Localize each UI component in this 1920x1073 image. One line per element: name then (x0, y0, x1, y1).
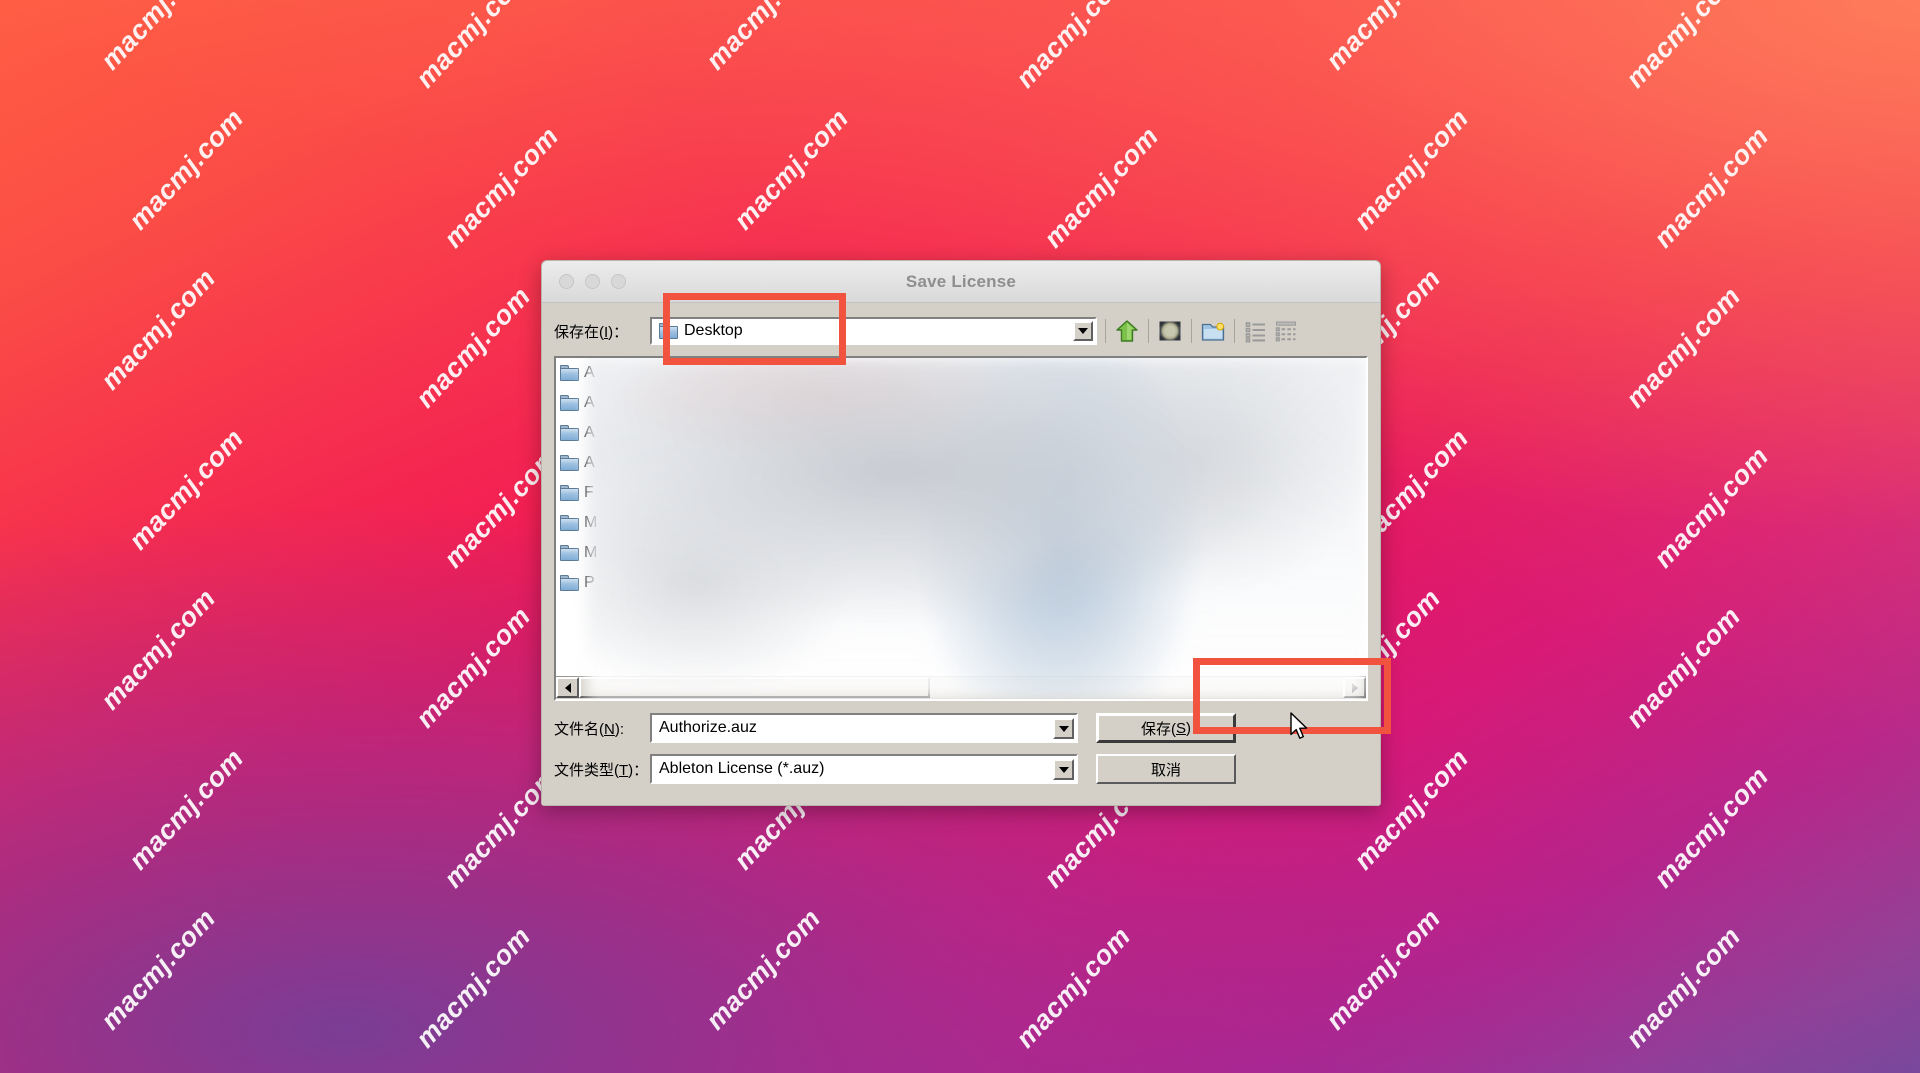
toolbar-separator (1191, 319, 1192, 343)
watermark-text: macmj.com (95, 583, 222, 716)
folder-icon (560, 455, 579, 471)
chevron-down-icon[interactable] (1053, 759, 1074, 780)
watermark-text: macmj.com (123, 423, 250, 556)
watermark-text: macmj.com (1348, 103, 1475, 236)
minimize-button[interactable] (585, 274, 600, 289)
file-list-item[interactable]: M (556, 508, 1366, 538)
watermark-text: macmj.com (728, 103, 855, 236)
folder-icon (560, 575, 579, 591)
dialog-title: Save License (905, 271, 1017, 291)
scrollbar-track[interactable] (579, 677, 1343, 698)
file-list-item[interactable]: A (556, 448, 1366, 478)
cancel-button-wrap: 取消 (1096, 754, 1236, 784)
watermark-text: macmj.com (1648, 121, 1775, 254)
folder-icon (560, 365, 579, 381)
watermark-text: macmj.com (1038, 121, 1165, 254)
watermark-text: macmj.com (438, 121, 565, 254)
close-button[interactable] (559, 274, 574, 289)
form-area: 文件名(N): Authorize.auz 保存(S) 文件类型(T)： Abl… (554, 713, 1368, 795)
folder-icon (560, 395, 579, 411)
watermark-text: macmj.com (1620, 921, 1747, 1054)
file-list-item-label: A (584, 364, 595, 381)
watermark-text: macmj.com (123, 743, 250, 876)
look-in-row: 保存在(I)： Desktop (554, 314, 1368, 348)
dialog-body: 保存在(I)： Desktop A A A A F M M P 文件名(N): … (542, 303, 1380, 805)
save-button[interactable]: 保存(S) (1096, 713, 1236, 743)
watermark-text: macmj.com (700, 903, 827, 1036)
maximize-button[interactable] (611, 274, 626, 289)
dialog-titlebar[interactable]: Save License (542, 261, 1380, 303)
file-list-item[interactable]: P (556, 568, 1366, 598)
file-list-item[interactable]: A (556, 418, 1366, 448)
folder-icon (659, 323, 678, 339)
file-list-item[interactable]: A (556, 388, 1366, 418)
save-button-wrap: 保存(S) (1096, 713, 1236, 743)
watermark-text: macmj.com (1648, 761, 1775, 894)
file-list[interactable]: AAAAFMMP (556, 358, 1366, 676)
file-list-item-label: F (584, 484, 594, 501)
file-list-item-label: A (584, 424, 595, 441)
cancel-button[interactable]: 取消 (1096, 754, 1236, 784)
watermark-text: macmj.com (410, 281, 537, 414)
save-license-dialog: Save License 保存在(I)： Desktop A A A A F M… (541, 260, 1381, 806)
filetype-combobox[interactable]: Ableton License (*.auz) (650, 754, 1078, 784)
folder-icon (560, 485, 579, 501)
watermark-text: macmj.com (1010, 921, 1137, 1054)
folder-icon (560, 545, 579, 561)
watermark-text: macmj.com (1010, 0, 1137, 94)
filename-label: 文件名(N): (554, 720, 625, 738)
watermark-text: macmj.com (1620, 0, 1747, 94)
file-list-item[interactable]: F (556, 478, 1366, 508)
file-list-item-label: A (584, 454, 595, 471)
horizontal-scrollbar[interactable] (556, 676, 1366, 699)
filetype-label: 文件类型(T)： (554, 761, 649, 779)
filename-row: 文件名(N): Authorize.auz 保存(S) (554, 713, 1368, 743)
watermark-text: macmj.com (700, 0, 827, 76)
watermark-text: macmj.com (1648, 441, 1775, 574)
watermark-text: macmj.com (1620, 281, 1747, 414)
toolbar-separator (1234, 319, 1235, 343)
watermark-text: macmj.com (1320, 0, 1447, 76)
filetype-row: 文件类型(T)： Ableton License (*.auz) 取消 (554, 754, 1368, 784)
file-list-item[interactable]: A (556, 358, 1366, 388)
filename-input[interactable]: Authorize.auz (650, 713, 1078, 743)
folder-icon (560, 425, 579, 441)
file-list-panel[interactable]: AAAAFMMP (554, 356, 1368, 701)
file-list-item-label: M (584, 514, 598, 531)
window-controls (559, 274, 626, 289)
look-in-combobox[interactable]: Desktop (650, 317, 1097, 345)
watermark-text: macmj.com (123, 103, 250, 236)
new-folder-icon[interactable] (1198, 316, 1228, 346)
list-view-icon[interactable] (1241, 316, 1271, 346)
home-icon[interactable] (1155, 316, 1185, 346)
look-in-value: Desktop (684, 322, 743, 339)
look-in-label: 保存在(I)： (554, 323, 629, 341)
up-one-level-icon[interactable] (1112, 316, 1142, 346)
file-list-item-label: M (584, 544, 598, 561)
watermark-text: macmj.com (1620, 601, 1747, 734)
toolbar-separator (1148, 319, 1149, 343)
file-list-item[interactable]: M (556, 538, 1366, 568)
file-list-item-label: A (584, 394, 595, 411)
scroll-right-button[interactable] (1343, 677, 1366, 698)
watermark-text: macmj.com (95, 263, 222, 396)
watermark-text: macmj.com (410, 601, 537, 734)
watermark-text: macmj.com (95, 0, 222, 76)
watermark-text: macmj.com (1320, 903, 1447, 1036)
filetype-value: Ableton License (*.auz) (659, 760, 825, 777)
scrollbar-thumb[interactable] (579, 677, 931, 698)
filename-value: Authorize.auz (659, 719, 757, 736)
details-view-icon[interactable] (1271, 316, 1301, 346)
watermark-text: macmj.com (410, 0, 537, 94)
watermark-text: macmj.com (410, 921, 537, 1054)
file-list-item-label: P (584, 574, 595, 591)
watermark-text: macmj.com (95, 903, 222, 1036)
chevron-down-icon[interactable] (1053, 718, 1074, 739)
chevron-down-icon[interactable] (1073, 321, 1093, 341)
scroll-left-button[interactable] (556, 677, 579, 698)
folder-icon (560, 515, 579, 531)
toolbar-separator (1105, 319, 1106, 343)
